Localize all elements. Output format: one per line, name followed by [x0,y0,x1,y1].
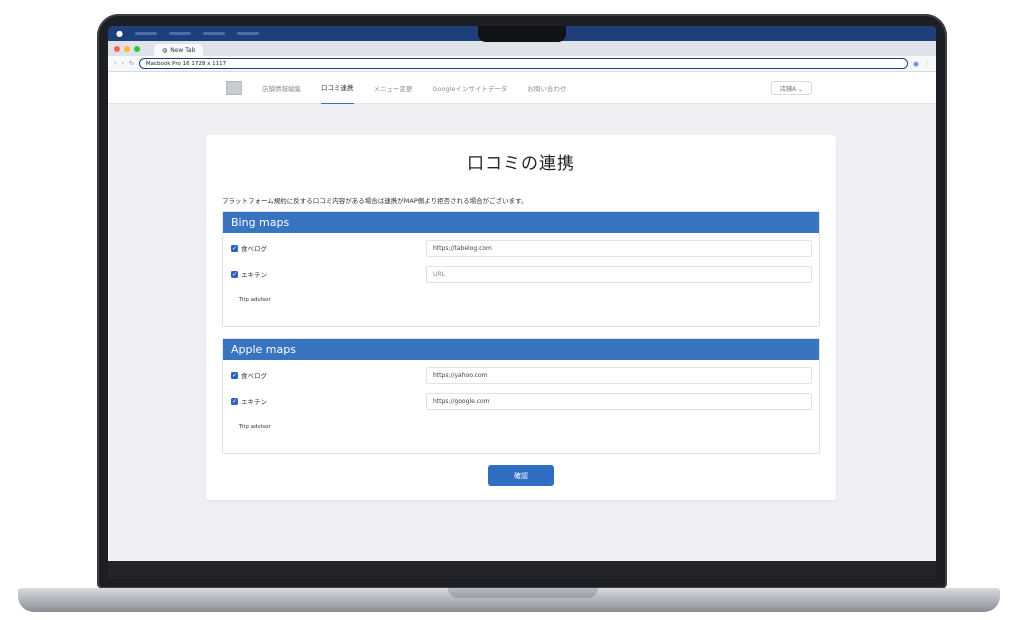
section-header: Apple maps [223,339,819,360]
nav-google-insight[interactable]: Googleインサイトデータ [433,72,508,104]
app-logo[interactable] [226,80,242,95]
camera-notch [478,26,566,42]
checkbox-checked-icon[interactable]: ✓ [231,397,238,405]
forward-icon[interactable]: › [121,60,123,67]
menubar-item[interactable] [134,32,157,35]
browser-urlbar: ‹ › ↻ Macbook Pro 16 1728 x 1117 ◉ ⋮ [108,56,936,72]
page-description: プラットフォーム規約に反する口コミ内容がある場合は連携がMAP側より拒否される場… [222,197,528,205]
confirm-button[interactable]: 確認 [488,465,554,486]
row-label: Trip advisor [239,297,271,303]
section-bing-maps: Bing maps ✓ 食べログ https://tabelog.com ✓ エ… [222,211,820,327]
maximize-window-icon[interactable] [134,45,140,52]
laptop-chin [108,561,936,579]
row-tabelog: ✓ 食べログ https://tabelog.com [223,235,819,261]
reload-icon[interactable]: ↻ [129,60,134,67]
browser-tab[interactable]: ◍ New Tab [154,44,204,56]
row-label: エキテン [241,271,267,279]
review-link-card: 口コミの連携 プラットフォーム規約に反する口コミ内容がある場合は連携がMAP側よ… [206,135,836,500]
browser-tabbar: ◍ New Tab [108,41,936,56]
globe-icon: ◍ [162,46,168,54]
row-label: エキテン [241,398,267,406]
nav-store-info[interactable]: 店舗情報編集 [262,72,301,104]
checkbox-checked-icon[interactable]: ✓ [231,244,238,252]
row-label: Trip advisor [239,424,271,430]
menubar-item[interactable] [202,32,225,35]
row-label: 食べログ [241,372,267,380]
close-window-icon[interactable] [114,45,120,52]
row-label: 食べログ [241,245,267,253]
minimize-window-icon[interactable] [124,45,130,52]
row-tripadvisor: Trip advisor [223,414,819,440]
more-icon[interactable]: ⋮ [924,60,930,67]
row-tripadvisor: Trip advisor [223,287,819,313]
extension-icon[interactable]: ◉ [913,60,919,68]
back-icon[interactable]: ‹ [114,60,116,67]
row-tabelog: ✓ 食べログ https://yahoo.com [223,362,819,388]
checkbox-checked-icon[interactable]: ✓ [231,270,238,278]
nav-contact[interactable]: お問い合わせ [527,72,566,104]
url-input[interactable]: https://google.com [426,392,812,410]
row-ekiten: ✓ エキテン https://google.com [223,388,819,414]
url-input[interactable]: https://tabelog.com [426,239,812,257]
nav-review-link[interactable]: 口コミ連携 [321,72,354,104]
page-title: 口コミの連携 [467,154,575,174]
menubar-item[interactable] [168,32,191,35]
laptop-base-notch [448,588,598,598]
row-ekiten: ✓ エキテン URL [223,261,819,287]
address-bar[interactable]: Macbook Pro 16 1728 x 1117 [138,58,908,69]
menubar-item[interactable] [236,32,259,35]
url-input[interactable]: https://yahoo.com [426,366,812,384]
section-apple-maps: Apple maps ✓ 食べログ https://yahoo.com ✓ エキ… [222,338,820,454]
laptop-mockup: ● ◍ New Tab ‹ › ↻ Macbook Pro 16 1728 x … [0,0,1017,620]
checkbox-unchecked-icon[interactable] [231,424,238,431]
apple-icon[interactable]: ● [116,29,123,38]
checkbox-unchecked-icon[interactable] [231,297,238,304]
tab-title: New Tab [170,46,196,54]
user-menu-dropdown[interactable]: 店舗A ⌄ [770,81,812,95]
checkbox-checked-icon[interactable]: ✓ [231,371,238,379]
screen: ● ◍ New Tab ‹ › ↻ Macbook Pro 16 1728 x … [108,26,936,561]
url-input[interactable]: URL [426,265,812,283]
section-header: Bing maps [223,212,819,233]
nav-menu-change[interactable]: メニュー変更 [374,72,413,104]
app-navbar: 店舗情報編集 口コミ連携 メニュー変更 Googleインサイトデータ お問い合わ… [108,72,936,104]
